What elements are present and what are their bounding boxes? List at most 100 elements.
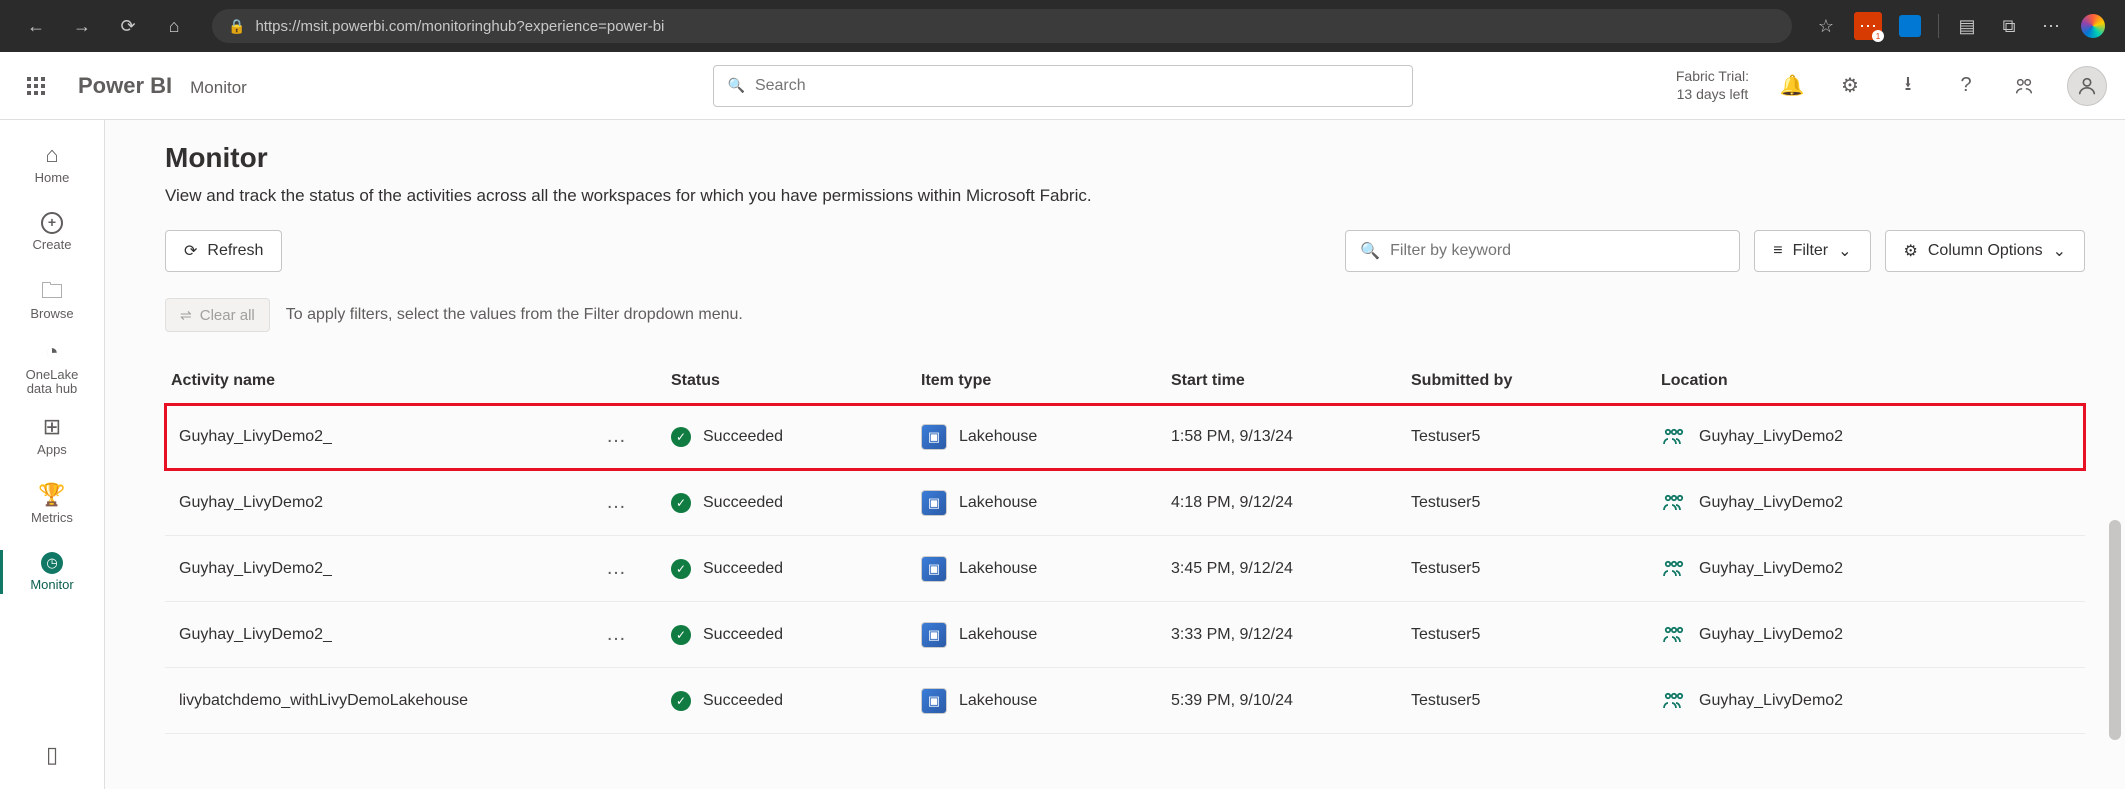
help-icon[interactable]: ? [1951,71,1981,101]
rail-monitor[interactable]: ◷ Monitor [0,538,104,606]
address-bar[interactable]: 🔒 https://msit.powerbi.com/monitoringhub… [212,9,1792,43]
location-text: Guyhay_LivyDemo2 [1699,626,1843,644]
filter-hint: To apply filters, select the values from… [286,306,743,324]
col-activity[interactable]: Activity name [171,372,671,390]
breadcrumb-page[interactable]: Monitor [190,78,247,98]
chevron-down-icon: ⌄ [1838,241,1851,261]
lakehouse-icon: ▣ [921,622,947,648]
tabs-icon[interactable]: ⧉ [1995,12,2023,40]
workspace-icon [1661,492,1687,514]
submitted-by-text: Testuser5 [1411,494,1480,512]
workspace-icon [1661,624,1687,646]
rail-monitor-label: Monitor [30,578,73,592]
forward-button[interactable]: → [64,8,100,44]
avatar[interactable] [2067,66,2107,106]
filter-label: Filter [1793,242,1829,260]
status-text: Succeeded [703,560,783,578]
status-text: Succeeded [703,692,783,710]
trial-line1: Fabric Trial: [1676,68,1749,86]
row-more-icon[interactable]: … [606,491,627,514]
col-itemtype[interactable]: Item type [921,372,1171,390]
col-location[interactable]: Location [1661,372,2079,390]
lakehouse-icon: ▣ [921,424,947,450]
rail-browse[interactable]: 🗀 Browse [0,266,104,334]
rail-workspaces[interactable]: ▯ [0,721,104,789]
notifications-icon[interactable]: 🔔 [1777,71,1807,101]
extension-blue-icon[interactable] [1896,12,1924,40]
activity-name: Guyhay_LivyDemo2_ [179,560,332,578]
home-button[interactable]: ⌂ [156,8,192,44]
location-text: Guyhay_LivyDemo2 [1699,692,1843,710]
filter-keyword-input[interactable] [1390,242,1725,260]
collections-icon[interactable]: ▤ [1953,12,1981,40]
rail-apps[interactable]: ⊞ Apps [0,402,104,470]
feedback-icon[interactable] [2009,71,2039,101]
separator [1938,14,1939,38]
favorite-icon[interactable]: ☆ [1812,12,1840,40]
filter-keyword[interactable]: 🔍 [1345,230,1740,272]
col-status[interactable]: Status [671,372,921,390]
row-more-icon[interactable]: … [606,557,627,580]
clear-icon: ⇌ [180,307,192,324]
filter-hint-row: ⇌ Clear all To apply filters, select the… [165,298,2085,332]
activity-name: livybatchdemo_withLivyDemoLakehouse [179,692,468,710]
submitted-by-text: Testuser5 [1411,692,1480,710]
refresh-button[interactable]: ⟳ Refresh [165,230,282,272]
item-type-text: Lakehouse [959,494,1037,512]
table-header: Activity name Status Item type Start tim… [165,358,2085,404]
extension-red-icon[interactable]: ⋯1 [1854,12,1882,40]
back-button[interactable]: ← [18,8,54,44]
table-row[interactable]: Guyhay_LivyDemo2_ … ✓ Succeeded ▣ Lakeho… [165,602,2085,668]
toolbar: ⟳ Refresh 🔍 ≡ Filter ⌄ ⚙ Column Options … [165,230,2085,272]
table-row[interactable]: livybatchdemo_withLivyDemoLakehouse ✓ Su… [165,668,2085,734]
start-time-text: 1:58 PM, 9/13/24 [1171,428,1293,446]
brand-name[interactable]: Power BI [78,73,172,99]
lakehouse-icon: ▣ [921,490,947,516]
column-options-button[interactable]: ⚙ Column Options ⌄ [1885,230,2085,272]
book-icon: ▯ [46,743,58,767]
row-more-icon[interactable]: … [606,623,627,646]
activity-name: Guyhay_LivyDemo2_ [179,428,332,446]
row-more-icon[interactable]: … [606,425,627,448]
status-text: Succeeded [703,428,783,446]
start-time-text: 3:33 PM, 9/12/24 [1171,626,1293,644]
table-row[interactable]: Guyhay_LivyDemo2 … ✓ Succeeded ▣ Lakehou… [165,470,2085,536]
search-icon: 🔍 [728,77,745,94]
item-type-text: Lakehouse [959,428,1037,446]
clear-all-button: ⇌ Clear all [165,298,270,332]
col-submittedby[interactable]: Submitted by [1411,372,1661,390]
col-starttime[interactable]: Start time [1171,372,1411,390]
check-icon: ✓ [671,427,691,447]
apps-icon: ⊞ [43,415,61,439]
rail-create[interactable]: + Create [0,198,104,266]
table-row[interactable]: Guyhay_LivyDemo2_ … ✓ Succeeded ▣ Lakeho… [165,536,2085,602]
rail-apps-label: Apps [37,443,67,457]
table-row[interactable]: Guyhay_LivyDemo2_ … ✓ Succeeded ▣ Lakeho… [165,404,2085,470]
activities-table: Activity name Status Item type Start tim… [165,358,2085,734]
scrollbar[interactable] [2109,520,2121,740]
page-description: View and track the status of the activit… [165,186,2085,206]
app-topbar: Power BI Monitor 🔍 Fabric Trial: 13 days… [0,52,2125,120]
workspace-icon [1661,690,1687,712]
plus-icon: + [41,212,63,234]
copilot-icon[interactable] [2079,12,2107,40]
lock-icon: 🔒 [228,18,245,35]
rail-metrics[interactable]: 🏆 Metrics [0,470,104,538]
check-icon: ✓ [671,625,691,645]
search-input[interactable] [755,77,1398,95]
rail-onelake[interactable]: ◔ OneLakedata hub [0,334,104,402]
download-icon[interactable]: ⭳ [1893,71,1923,101]
activity-name: Guyhay_LivyDemo2 [179,494,323,512]
app-launcher-icon[interactable] [18,68,54,104]
settings-icon[interactable]: ⚙ [1835,71,1865,101]
rail-home[interactable]: ⌂ Home [0,130,104,198]
trial-status[interactable]: Fabric Trial: 13 days left [1676,68,1749,103]
filter-button[interactable]: ≡ Filter ⌄ [1754,230,1870,272]
refresh-label: Refresh [207,242,263,260]
reload-button[interactable]: ⟳ [110,8,146,44]
onelake-icon: ◔ [45,340,58,364]
global-search[interactable]: 🔍 [713,65,1413,107]
browser-chrome: ← → ⟳ ⌂ 🔒 https://msit.powerbi.com/monit… [0,0,2125,52]
overflow-icon[interactable]: ⋯ [2037,12,2065,40]
item-type-text: Lakehouse [959,560,1037,578]
